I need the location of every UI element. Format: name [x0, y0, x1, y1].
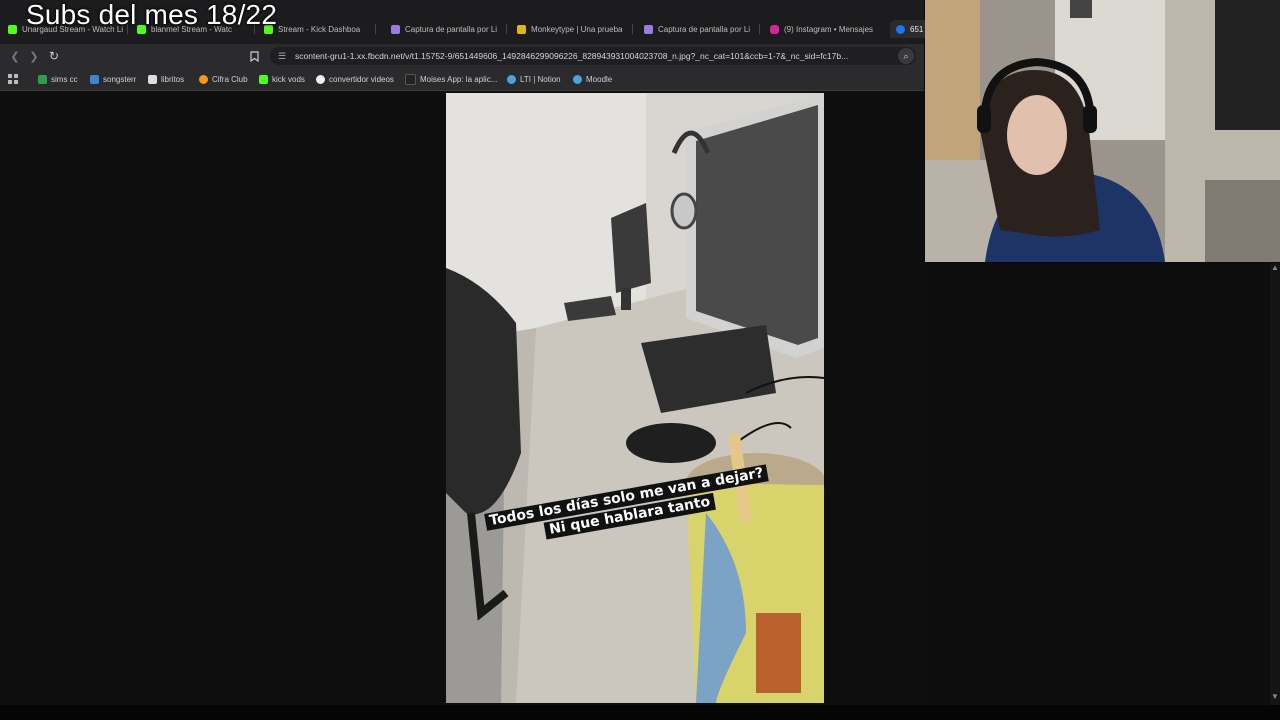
converter-favicon-icon	[316, 74, 325, 84]
sims-favicon-icon	[38, 74, 47, 84]
bookmark-label: Moodle	[586, 74, 613, 84]
kick-favicon-icon	[259, 74, 268, 84]
bookmark-cifra-club[interactable]: Cifra Club	[199, 73, 248, 85]
reload-icon[interactable]: ↻	[47, 49, 61, 63]
bookmark-sims-cc[interactable]: sims cc	[38, 73, 78, 85]
forward-arrow-icon[interactable]: ❯	[27, 49, 41, 63]
bookmark-label: Cifra Club	[212, 74, 248, 84]
tab-label: Captura de pantalla por Li	[658, 24, 751, 34]
site-info-icon[interactable]: ☰	[278, 51, 286, 62]
bottom-bar	[0, 705, 1280, 720]
vertical-scrollbar[interactable]	[1270, 263, 1280, 705]
zoom-icon[interactable]: ⌕	[898, 48, 914, 64]
bookmarks-bar: sims cc songsterr libritos Cifra Club ki…	[0, 68, 924, 91]
apps-grid-icon[interactable]	[8, 73, 18, 85]
desk-photo[interactable]: Todos los días solo me van a dejar? Ni q…	[446, 93, 824, 703]
screenshot-favicon-icon	[391, 24, 400, 34]
facebook-favicon-icon	[896, 24, 905, 34]
url-text[interactable]: scontent-gru1-1.xx.fbcdn.net/v/t1.15752-…	[295, 51, 885, 61]
bookmark-moodle[interactable]: Moodle	[573, 73, 612, 85]
right-empty-area	[924, 263, 1280, 705]
bookmark-label: convertidor videos	[329, 74, 394, 84]
bookmark-label: LTI | Notion	[520, 74, 561, 84]
bookmark-libritos[interactable]: libritos	[148, 73, 184, 85]
back-arrow-icon[interactable]: ❮	[8, 49, 22, 63]
address-bar[interactable]: ☰ scontent-gru1-1.xx.fbcdn.net/v/t1.1575…	[270, 47, 916, 65]
songsterr-favicon-icon	[90, 74, 99, 84]
tab-label: Monkeytype | Una prueba	[531, 24, 623, 34]
bookmark-label: songsterr	[103, 74, 137, 84]
notion-favicon-icon	[507, 74, 516, 84]
tab-label: 651	[910, 24, 924, 34]
monkeytype-favicon-icon	[517, 24, 526, 34]
moodle-favicon-icon	[573, 74, 582, 84]
browser-toolbar: ❮ ❯ ↻ ☰ scontent-gru1-1.xx.fbcdn.net/v/t…	[0, 44, 924, 68]
scroll-down-arrow-icon[interactable]: ▼	[1271, 692, 1279, 701]
bookmark-label: Moises App: la aplic...	[420, 74, 498, 84]
webcam-overlay	[925, 0, 1280, 262]
webcam-feed-illustration	[925, 0, 1280, 262]
tab-screenshot-1[interactable]: Captura de pantalla por Li	[391, 20, 507, 38]
tab-instagram[interactable]: (9) Instagram • Mensajes	[770, 20, 886, 38]
bookmark-lti-notion[interactable]: LTI | Notion	[507, 73, 561, 85]
tab-facebook-image[interactable]: 651	[890, 20, 930, 38]
instagram-favicon-icon	[770, 24, 779, 34]
tab-separator	[759, 24, 760, 34]
desk-photo-illustration	[446, 93, 824, 703]
bookmark-icon[interactable]	[247, 49, 261, 63]
tab-label: (9) Instagram • Mensajes	[784, 24, 874, 34]
bookmark-convertidor-videos[interactable]: convertidor videos	[316, 73, 394, 85]
stream-overlay-title: Subs del mes 18/22	[26, 0, 278, 30]
bookmark-label: sims cc	[51, 74, 78, 84]
image-viewer: Todos los días solo me van a dejar? Ni q…	[0, 91, 924, 705]
bookmark-songsterr[interactable]: songsterr	[90, 73, 136, 85]
tab-monkeytype[interactable]: Monkeytype | Una prueba	[517, 20, 633, 38]
tab-separator	[506, 24, 507, 34]
bookmark-label: kick vods	[272, 74, 305, 84]
tab-kick-dashboard[interactable]: Stream - Kick Dashboa	[264, 20, 376, 38]
moises-favicon-icon	[405, 73, 416, 85]
tab-separator	[632, 24, 633, 34]
bookmark-label: libritos	[161, 74, 185, 84]
document-icon	[148, 74, 157, 84]
tab-screenshot-2[interactable]: Captura de pantalla por Li	[644, 20, 760, 38]
kick-favicon-icon	[8, 24, 17, 34]
tab-label: Captura de pantalla por Li	[405, 24, 498, 34]
bookmark-moises-app[interactable]: Moises App: la aplic...	[405, 73, 497, 85]
tab-label: Stream - Kick Dashboa	[278, 24, 361, 34]
scroll-up-arrow-icon[interactable]: ▲	[1271, 263, 1279, 272]
screenshot-favicon-icon	[644, 24, 653, 34]
bookmark-kick-vods[interactable]: kick vods	[259, 73, 305, 85]
tab-separator	[375, 24, 376, 34]
cifra-club-favicon-icon	[199, 74, 208, 84]
